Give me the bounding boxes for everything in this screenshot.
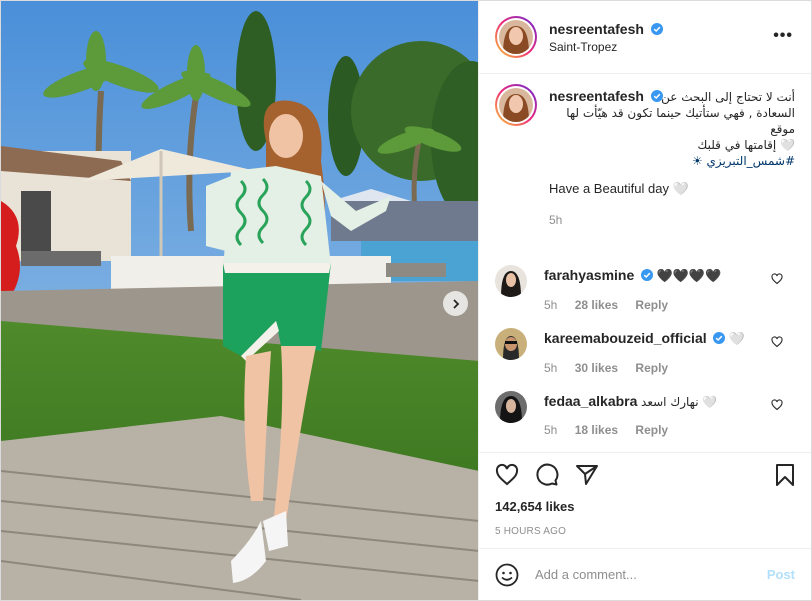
avatar-image	[495, 265, 527, 297]
post-photo[interactable]	[1, 1, 478, 600]
caption-time[interactable]: 5h	[549, 213, 562, 227]
comment-like-heart-icon[interactable]	[771, 273, 783, 285]
comment-item: farahyasmine 🖤🖤🖤🖤 5h 28 likes Reply	[495, 265, 795, 312]
avatar-image	[499, 88, 533, 122]
post-header: nesreentafesh Saint-Tropez •••	[479, 1, 811, 74]
comment-text: 🖤🖤🖤🖤	[656, 268, 722, 283]
caption-line-2: السعادة , فهي ستأتيك حينما تكون قد هيّأت…	[566, 106, 795, 136]
commenter-avatar[interactable]	[495, 391, 527, 423]
reply-button[interactable]: Reply	[635, 423, 668, 437]
commenter-username[interactable]: fedaa_alkabra	[544, 393, 637, 409]
avatar-image	[499, 20, 533, 54]
comment-icon[interactable]	[535, 463, 559, 487]
commenter-avatar[interactable]	[495, 328, 527, 360]
post-caption: nesreentafesh أنت لا تحتاج إلى البحث عن …	[495, 84, 795, 227]
comment-time[interactable]: 5h	[544, 361, 557, 375]
avatar-image	[495, 328, 527, 360]
comment-text: نهارك اسعد 🤍	[641, 395, 718, 409]
more-options-button[interactable]: •••	[773, 28, 793, 44]
heart-icon[interactable]	[495, 463, 519, 487]
verified-badge-icon	[713, 332, 726, 344]
comment-likes[interactable]: 18 likes	[575, 423, 618, 437]
post-timestamp[interactable]: 5 HOURS AGO	[495, 526, 795, 537]
comment-likes[interactable]: 30 likes	[575, 361, 618, 375]
emoji-icon[interactable]	[495, 563, 519, 587]
caption-hashtag[interactable]: #شمس_التبريزي ☀	[549, 153, 795, 169]
post-location[interactable]: Saint-Tropez	[549, 40, 663, 54]
comment-like-heart-icon[interactable]	[771, 336, 783, 348]
avatar-image	[495, 391, 527, 423]
caption-english: Have a Beautiful day 🤍	[549, 181, 689, 196]
verified-badge-icon	[640, 269, 653, 281]
comment-item: kareemabouzeid_official 🤍 5h 30 likes Re…	[495, 328, 795, 375]
likes-count[interactable]: 142,654 likes	[495, 499, 795, 514]
caption-author-avatar[interactable]	[495, 84, 537, 126]
caption-username[interactable]: nesreentafesh	[549, 88, 644, 104]
comment-time[interactable]: 5h	[544, 298, 557, 312]
caption-line-3: 🤍 إقامتها في قلبك	[697, 138, 795, 152]
comment-time[interactable]: 5h	[544, 423, 557, 437]
commenter-avatar[interactable]	[495, 265, 527, 297]
commenter-username[interactable]: farahyasmine	[544, 267, 634, 283]
comment-text: 🤍	[728, 331, 746, 346]
author-avatar[interactable]	[495, 16, 537, 58]
author-username[interactable]: nesreentafesh	[549, 21, 644, 37]
comments-section: nesreentafesh أنت لا تحتاج إلى البحث عن …	[479, 74, 811, 452]
reply-button[interactable]: Reply	[635, 361, 668, 375]
bookmark-icon[interactable]	[773, 463, 797, 487]
reply-button[interactable]: Reply	[635, 298, 668, 312]
comment-input[interactable]	[535, 567, 767, 582]
commenter-username[interactable]: kareemabouzeid_official	[544, 330, 707, 346]
comment-like-heart-icon[interactable]	[771, 399, 783, 411]
verified-badge-icon	[650, 22, 663, 35]
photo-scene	[1, 1, 478, 600]
post-actions: 142,654 likes 5 HOURS AGO	[479, 452, 811, 548]
comment-likes[interactable]: 28 likes	[575, 298, 618, 312]
add-comment-bar: Post	[479, 548, 811, 600]
post-comment-button[interactable]: Post	[767, 567, 795, 582]
comment-item: fedaa_alkabra نهارك اسعد 🤍 5h 18 likes R…	[495, 391, 795, 437]
chevron-right-icon	[452, 298, 459, 309]
instagram-post: nesreentafesh Saint-Tropez ••• nesreenta…	[0, 0, 812, 601]
paper-plane-icon[interactable]	[575, 463, 599, 487]
post-side-panel: nesreentafesh Saint-Tropez ••• nesreenta…	[478, 1, 811, 600]
next-photo-button[interactable]	[443, 291, 468, 316]
